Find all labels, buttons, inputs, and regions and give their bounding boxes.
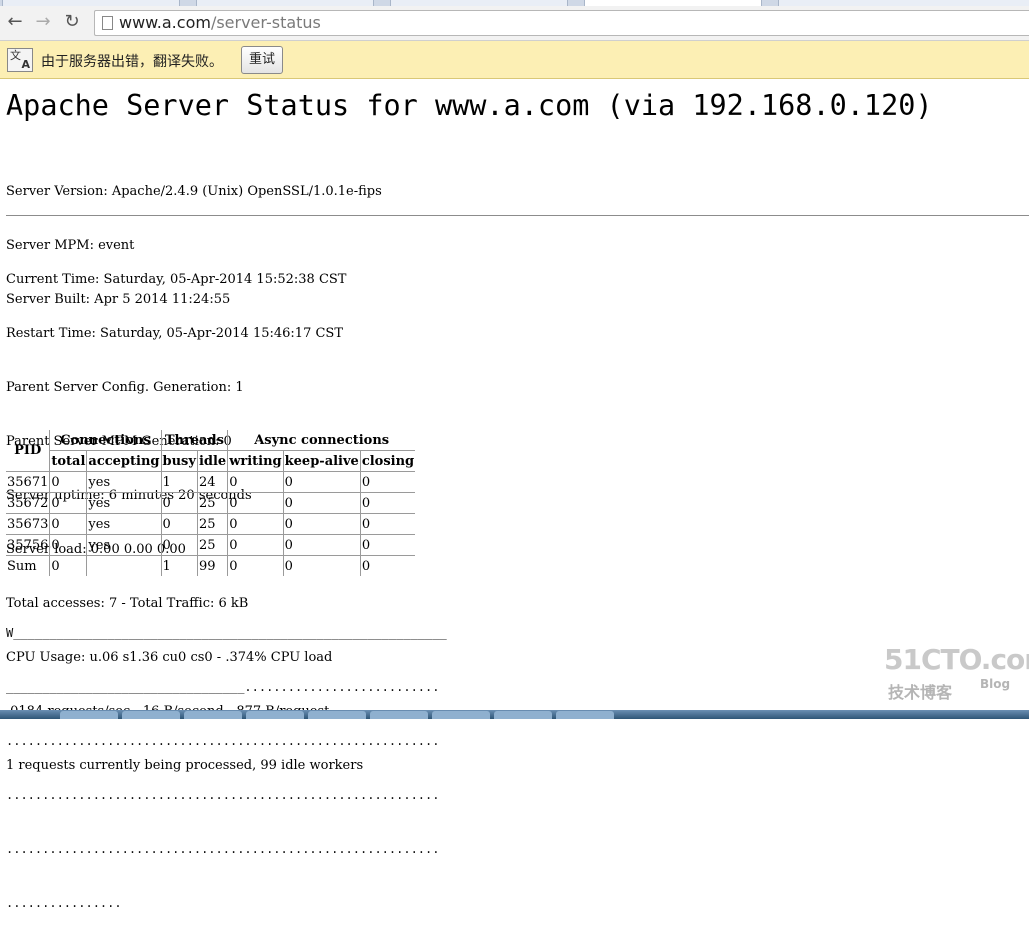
scoreboard-line: _________________________________.......… <box>6 680 447 694</box>
col-header-idle: idle <box>196 450 229 472</box>
forward-button[interactable]: → <box>32 11 54 33</box>
cell: 35671 <box>6 471 51 493</box>
scoreboard-line: ........................................… <box>6 842 447 856</box>
col-header-busy: busy <box>160 450 198 472</box>
scoreboard-line: W_______________________________________… <box>6 626 447 640</box>
cell: 0 <box>49 513 88 535</box>
cell: 1 <box>160 555 198 576</box>
watermark: 51CTO.com 技术博客 Blog <box>884 643 1029 703</box>
cell: 0 <box>49 492 88 514</box>
cell: 0 <box>227 555 284 576</box>
reload-button[interactable]: ↻ <box>61 11 83 33</box>
col-header-writing: writing <box>227 450 284 472</box>
process-table: PID Connections Threads Async connection… <box>6 430 416 576</box>
cell: 35672 <box>6 492 51 514</box>
scoreboard-line: ........................................… <box>6 734 447 748</box>
group-header-async: Async connections <box>227 430 416 451</box>
address-bar[interactable]: www.a.com/server-status <box>94 10 1029 36</box>
cell: 0 <box>282 513 361 535</box>
taskbar <box>0 710 1029 719</box>
cell: yes <box>86 534 162 556</box>
taskbar-item[interactable] <box>308 711 366 719</box>
browser-toolbar: ← → ↻ www.a.com/server-status <box>0 6 1029 41</box>
cell: 99 <box>196 555 229 576</box>
col-header-keep-alive: keep-alive <box>282 450 361 472</box>
cell: 25 <box>196 513 229 535</box>
watermark-logo: 51CTO.com <box>884 643 1029 676</box>
cell: 0 <box>282 471 361 493</box>
watermark-subtitle: 技术博客 <box>888 683 953 702</box>
divider <box>6 215 1029 216</box>
cell: 0 <box>227 513 284 535</box>
cell: 0 <box>359 513 416 535</box>
table-row: 35673 0 yes 0 25 0 0 0 <box>6 513 416 535</box>
taskbar-item[interactable] <box>246 711 304 719</box>
page-title: Apache Server Status for www.a.com (via … <box>6 89 933 122</box>
retry-button[interactable]: 重试 <box>241 46 283 74</box>
cell: 0 <box>282 555 361 576</box>
cell: 25 <box>196 534 229 556</box>
cell: 0 <box>282 534 361 556</box>
table-row: 35756 0 yes 0 25 0 0 0 <box>6 534 416 556</box>
cell: 0 <box>227 492 284 514</box>
watermark-blog: Blog <box>980 677 1011 691</box>
back-button[interactable]: ← <box>4 11 26 33</box>
col-header-total: total <box>49 450 88 472</box>
scoreboard-line: ........................................… <box>6 788 447 802</box>
page-icon <box>102 16 113 30</box>
taskbar-item[interactable] <box>556 711 614 719</box>
col-header-closing: closing <box>359 450 416 472</box>
status-line: Current Time: Saturday, 05-Apr-2014 15:5… <box>6 272 347 287</box>
cell: 0 <box>160 492 198 514</box>
table-row-sum: Sum 0 1 99 0 0 0 <box>6 555 416 576</box>
cell: 0 <box>160 513 198 535</box>
cell: 0 <box>49 534 88 556</box>
scoreboard-line: ................ <box>6 896 122 910</box>
url-path: /server-status <box>210 13 321 32</box>
taskbar-item[interactable] <box>432 711 490 719</box>
translate-icon: 文A <box>7 48 33 72</box>
cell: 35673 <box>6 513 51 535</box>
col-header-pid: PID <box>6 430 51 472</box>
cell: 0 <box>227 471 284 493</box>
scoreboard: W_______________________________________… <box>6 588 447 930</box>
cell: 24 <box>196 471 229 493</box>
col-header-accepting: accepting <box>86 450 162 472</box>
infobar-message: 由于服务器出错，翻译失败。 <box>41 54 223 70</box>
server-info-line: Server Version: Apache/2.4.9 (Unix) Open… <box>6 184 382 199</box>
table-row: 35672 0 yes 0 25 0 0 0 <box>6 492 416 514</box>
cell: 0 <box>49 471 88 493</box>
url-host: www.a.com <box>119 13 211 32</box>
cell: Sum <box>6 555 51 576</box>
cell: 0 <box>49 555 88 576</box>
cell: yes <box>86 471 162 493</box>
cell: 0 <box>359 534 416 556</box>
cell: yes <box>86 513 162 535</box>
table-row: 35671 0 yes 1 24 0 0 0 <box>6 471 416 493</box>
cell: 0 <box>282 492 361 514</box>
taskbar-item[interactable] <box>184 711 242 719</box>
cell: 35756 <box>6 534 51 556</box>
status-line: Parent Server Config. Generation: 1 <box>6 380 244 395</box>
group-header-threads: Threads <box>160 430 229 451</box>
taskbar-item[interactable] <box>122 711 180 719</box>
cell: 25 <box>196 492 229 514</box>
url-text[interactable]: www.a.com/server-status <box>119 12 321 34</box>
status-line: Restart Time: Saturday, 05-Apr-2014 15:4… <box>6 326 343 341</box>
cell: 1 <box>160 471 198 493</box>
cell: 0 <box>359 555 416 576</box>
cell: 0 <box>160 534 198 556</box>
cell: 0 <box>359 492 416 514</box>
translate-infobar: 文A 由于服务器出错，翻译失败。 重试 <box>0 41 1029 79</box>
cell <box>86 555 162 576</box>
cell: 0 <box>359 471 416 493</box>
cell: 0 <box>227 534 284 556</box>
taskbar-item[interactable] <box>494 711 552 719</box>
taskbar-item[interactable] <box>370 711 428 719</box>
group-header-connections: Connections <box>49 430 162 451</box>
cell: yes <box>86 492 162 514</box>
taskbar-item[interactable] <box>60 711 118 719</box>
